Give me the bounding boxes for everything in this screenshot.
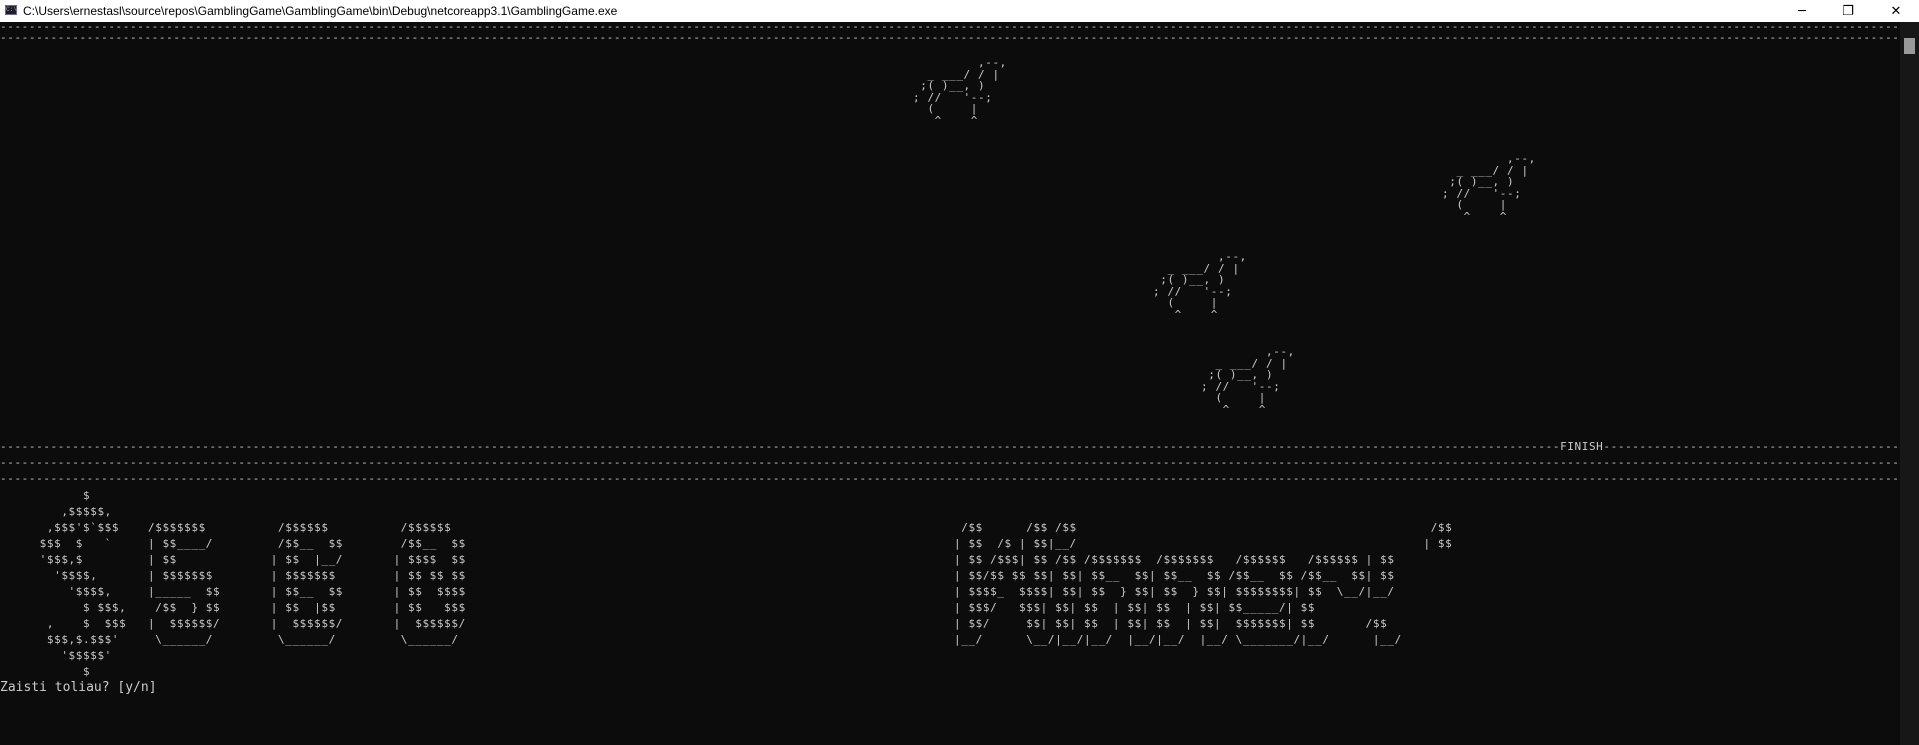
win-banner: /$$ /$$ /$$ /$$ | $$ /$ | $$|__/ | $$ | … (954, 521, 1453, 646)
continue-prompt: Zaisti toliau? [y/n] (0, 680, 157, 695)
title-bar: C:\ C:\Users\ernestasl\source\repos\Gamb… (0, 0, 1919, 22)
finish-line: ----------------------------------------… (0, 440, 1900, 453)
horse-2: ,--, _ ___/ / | ;( )__, ) ; // '--; ( | … (1442, 152, 1536, 223)
horse-1: ,--, _ ___/ / | ;( )__, ) ; // '--; ( | … (913, 56, 1007, 127)
minimize-button[interactable]: ─ (1779, 0, 1825, 22)
track-bottom-border: ----------------------------------------… (0, 472, 1900, 485)
window-title: C:\Users\ernestasl\source\repos\Gambling… (23, 4, 618, 18)
bet-banner: $ ,$$$$$, ,$$$'$`$$$ /$$$$$$$ /$$$$$$ /$… (39, 489, 466, 678)
close-button[interactable]: ✕ (1873, 0, 1919, 22)
console-output[interactable]: ----------------------------------------… (0, 22, 1900, 745)
horse-4: ,--, _ ___/ / | ;( )__, ) ; // '--; ( | … (1201, 345, 1295, 416)
scrollbar-thumb[interactable] (1904, 38, 1915, 54)
horse-3: ,--, _ ___/ / | ;( )__, ) ; // '--; ( | … (1153, 250, 1247, 321)
console-app-icon: C:\ (5, 5, 17, 15)
track-bottom-border: ----------------------------------------… (0, 456, 1900, 469)
vertical-scrollbar[interactable] (1900, 22, 1919, 745)
maximize-button[interactable]: ❐ (1825, 0, 1871, 22)
track-top-border: ----------------------------------------… (0, 31, 1900, 44)
